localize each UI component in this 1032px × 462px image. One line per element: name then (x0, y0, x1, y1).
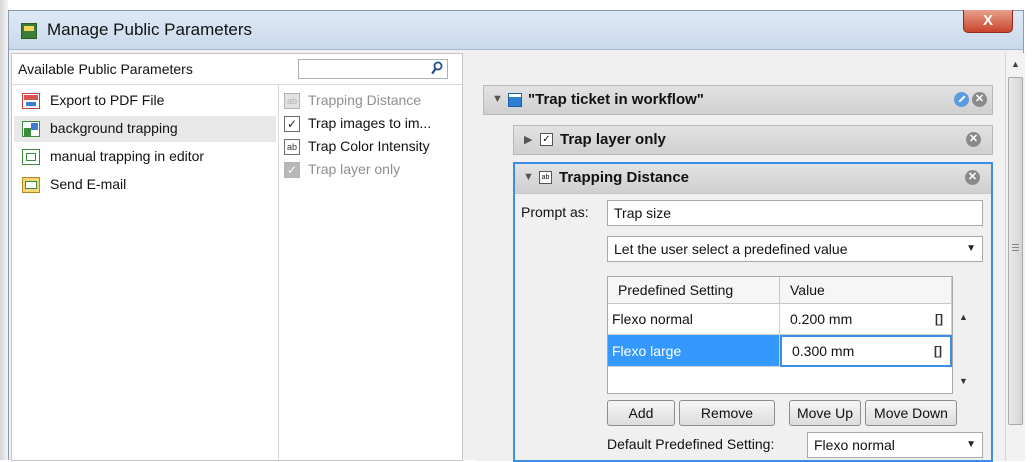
remove-group-icon[interactable]: ✕ (966, 132, 981, 147)
table-header: Predefined Setting Value (608, 277, 952, 304)
checkbox-icon: ✓ (284, 116, 300, 132)
prompt-input[interactable]: Trap size (607, 200, 983, 226)
search-input[interactable] (298, 59, 448, 79)
ticket-icon (508, 93, 522, 107)
group-title: Trap layer only (560, 131, 666, 148)
edit-icon[interactable] (954, 92, 969, 107)
collapse-arrow-icon[interactable]: ▼ (492, 93, 503, 105)
trapping-distance-group: ▼ ab Trapping Distance ✕ Prompt as: Trap… (513, 162, 993, 462)
trapping-distance-header[interactable]: ▼ ab Trapping Distance ✕ (515, 164, 991, 194)
scroll-up-icon[interactable]: ▲ (959, 312, 968, 322)
column-header[interactable]: Predefined Setting (608, 277, 780, 303)
column-divider (278, 85, 279, 460)
value-cell[interactable]: 0.200 mm [] (780, 303, 952, 335)
text-field-icon: ab (539, 171, 552, 184)
value-text: 0.300 mm (792, 343, 855, 359)
workflow-item-export-pdf[interactable]: Export to PDF File (14, 88, 276, 114)
panel-title: Available Public Parameters (18, 61, 193, 77)
scroll-down-icon[interactable]: ▼ (959, 376, 968, 386)
search-icon[interactable] (431, 61, 443, 75)
checkbox-icon: ✓ (540, 133, 553, 146)
setting-cell[interactable]: Flexo large (608, 335, 780, 367)
workflow-label: manual trapping in editor (50, 148, 205, 164)
move-up-button[interactable]: Move Up (789, 400, 861, 426)
checkbox-icon: ✓ (284, 162, 300, 178)
public-parameters-editor: ▼ "Trap ticket in workflow" ✕ ▶ ✓ Trap l… (475, 53, 1005, 462)
remove-button[interactable]: Remove (679, 400, 775, 426)
panel-header: Available Public Parameters (12, 54, 462, 85)
group-title: Trapping Distance (559, 169, 690, 186)
workflow-label: Send E-mail (50, 176, 127, 192)
ticket-header[interactable]: ▼ "Trap ticket in workflow" ✕ (483, 85, 993, 115)
move-down-button[interactable]: Move Down (865, 400, 957, 426)
parameter-label: Trapping Distance (308, 92, 422, 108)
grip-icon (1012, 244, 1019, 253)
text-field-icon: ab (284, 139, 300, 155)
workflow-icon (22, 121, 40, 137)
unit-icon[interactable]: [] (934, 337, 942, 365)
background-edge (0, 0, 8, 460)
column-header[interactable]: Value (780, 277, 952, 303)
value-cell[interactable]: 0.300 mm [] (780, 335, 952, 367)
parameter-label: Trap Color Intensity (308, 138, 430, 154)
scrollbar-thumb[interactable] (1008, 77, 1023, 425)
window-title: Manage Public Parameters (47, 20, 253, 39)
value-text: 0.200 mm (790, 311, 853, 327)
chevron-down-icon: ▼ (966, 243, 976, 254)
pdf-export-icon (22, 93, 40, 109)
scroll-up-icon[interactable]: ▲ (1011, 59, 1020, 69)
expand-arrow-icon[interactable]: ▶ (524, 133, 532, 146)
table-scrollbar[interactable]: ▲ ▼ (953, 276, 975, 394)
select-value: Let the user select a predefined value (614, 241, 848, 257)
ticket-title: "Trap ticket in workflow" (528, 91, 704, 108)
setting-cell[interactable]: Flexo normal (608, 303, 780, 335)
table-row[interactable]: Flexo normal 0.200 mm [] (608, 303, 952, 335)
text-field-icon: ab (284, 93, 300, 109)
manage-public-parameters-dialog: Manage Public Parameters X Available Pub… (8, 10, 1025, 462)
table-row[interactable]: Flexo large 0.300 mm [] (608, 335, 952, 367)
editor-scrollbar[interactable]: ▲ (1005, 53, 1025, 461)
workflow-label: background trapping (50, 120, 178, 136)
predefined-values-table: Predefined Setting Value Flexo normal 0.… (607, 276, 953, 394)
title-bar: Manage Public Parameters X (9, 10, 1023, 50)
add-button[interactable]: Add (607, 400, 675, 426)
workflow-item-send-email[interactable]: Send E-mail (14, 172, 276, 198)
workflow-item-background-trapping[interactable]: background trapping (14, 116, 276, 142)
remove-ticket-icon[interactable]: ✕ (972, 92, 987, 107)
value-mode-select[interactable]: Let the user select a predefined value ▼ (607, 236, 983, 262)
default-setting-select[interactable]: Flexo normal ▼ (807, 432, 983, 458)
remove-group-icon[interactable]: ✕ (965, 170, 980, 185)
trap-layer-only-header[interactable]: ▶ ✓ Trap layer only ✕ (513, 125, 993, 155)
default-setting-label: Default Predefined Setting: (607, 436, 775, 452)
editor-icon (22, 149, 40, 165)
available-parameters-panel: Available Public Parameters Export to PD… (11, 53, 463, 461)
workflow-item-manual-trapping[interactable]: manual trapping in editor (14, 144, 276, 170)
parameter-label: Trap layer only (308, 161, 401, 177)
email-icon (22, 177, 40, 193)
chevron-down-icon: ▼ (966, 439, 976, 450)
close-button[interactable]: X (963, 10, 1013, 33)
parameter-label: Trap images to im... (308, 115, 432, 131)
app-icon (21, 23, 37, 39)
select-value: Flexo normal (814, 437, 895, 453)
collapse-arrow-icon[interactable]: ▼ (523, 171, 534, 183)
workflow-label: Export to PDF File (50, 92, 165, 108)
prompt-label: Prompt as: (521, 204, 589, 220)
unit-icon[interactable]: [] (935, 303, 943, 335)
